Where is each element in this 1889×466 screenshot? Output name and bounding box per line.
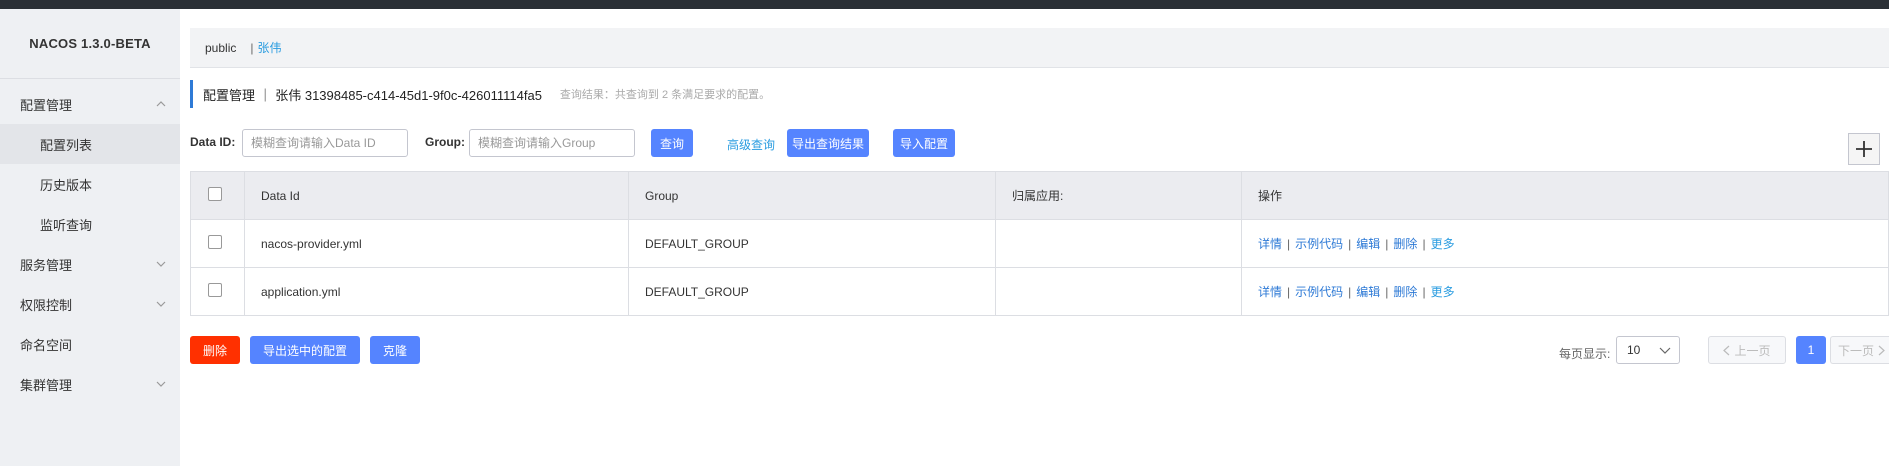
edit-link[interactable]: 编辑	[1356, 237, 1380, 251]
export-query-button[interactable]: 导出查询结果	[787, 129, 869, 157]
sidebar-item-label: 历史版本	[40, 177, 93, 193]
next-page-button[interactable]: 下一页	[1830, 336, 1889, 364]
footer-bar: 删除 导出选中的配置 克隆 每页显示: 10 上一页 1 下一页	[190, 336, 1889, 366]
cell-group: DEFAULT_GROUP	[628, 267, 996, 316]
cell-app	[995, 219, 1242, 268]
next-page-label: 下一页	[1837, 343, 1874, 358]
sidebar-group-config[interactable]: 配置管理	[0, 84, 180, 124]
cell-group: DEFAULT_GROUP	[628, 219, 996, 268]
delete-link[interactable]: 删除	[1393, 285, 1417, 299]
delete-link[interactable]: 删除	[1393, 237, 1417, 251]
ops-separator: |	[1287, 237, 1291, 251]
sidebar-group-auth[interactable]: 权限控制	[0, 284, 180, 324]
row-checkbox-cell	[190, 267, 245, 316]
group-input[interactable]	[469, 129, 635, 157]
cell-dataid: application.yml	[244, 267, 629, 316]
sample-code-link[interactable]: 示例代码	[1295, 285, 1343, 299]
namespace-public[interactable]: public	[205, 41, 236, 55]
column-header-group[interactable]: Group	[628, 171, 996, 220]
cell-ops: 详情 | 示例代码 | 编辑 | 删除 | 更多	[1241, 219, 1889, 268]
import-config-button[interactable]: 导入配置	[893, 129, 955, 157]
top-dark-bar	[0, 0, 1889, 9]
sidebar-item-history[interactable]: 历史版本	[0, 164, 180, 204]
chevron-down-icon	[1659, 347, 1671, 354]
group-label: Group:	[425, 135, 465, 149]
brand-title: NACOS 1.3.0-BETA	[0, 9, 180, 79]
sidebar-group-label: 集群管理	[20, 377, 73, 393]
row-checkbox[interactable]	[208, 283, 222, 297]
plus-icon	[1856, 141, 1872, 157]
sidebar-item-listener[interactable]: 监听查询	[0, 204, 180, 244]
chevron-down-icon	[154, 297, 168, 311]
query-result-hint: 查询结果：共查询到 2 条满足要求的配置。	[559, 89, 771, 101]
clone-button[interactable]: 克隆	[370, 336, 420, 364]
config-table: Data Id Group 归属应用: 操作 nacos-provider.ym…	[190, 171, 1889, 316]
select-all-checkbox[interactable]	[208, 187, 222, 201]
row-checkbox[interactable]	[208, 235, 222, 249]
export-selected-button[interactable]: 导出选中的配置	[250, 336, 360, 364]
page-title: 配置管理 ｜ 张伟 31398485-c414-45d1-9f0c-426011…	[203, 87, 542, 103]
query-button[interactable]: 查询	[651, 129, 693, 157]
sidebar-group-label: 配置管理	[20, 97, 73, 113]
chevron-up-icon	[154, 97, 168, 111]
dataid-input[interactable]	[242, 129, 408, 157]
column-header-app[interactable]: 归属应用:	[995, 171, 1242, 220]
ops-separator: |	[1287, 285, 1291, 299]
sidebar-item-label: 配置列表	[40, 137, 93, 153]
ops-separator: |	[1385, 237, 1389, 251]
table-row: application.yml DEFAULT_GROUP 详情 | 示例代码 | 编辑…	[190, 267, 1889, 316]
ops-separator: |	[1422, 285, 1426, 299]
sidebar-group-cluster[interactable]: 集群管理	[0, 364, 180, 404]
main-content: public | 张伟 配置管理 ｜ 张伟 31398485-c414-45d1…	[180, 9, 1889, 466]
sidebar-group-label: 权限控制	[20, 297, 73, 313]
detail-link[interactable]: 详情	[1258, 237, 1282, 251]
ops-separator: |	[1348, 285, 1352, 299]
more-link[interactable]: 更多	[1431, 285, 1455, 299]
page-size-value: 10	[1627, 343, 1641, 357]
page-size-label: 每页显示:	[1559, 347, 1611, 361]
column-header-ops: 操作	[1241, 171, 1889, 220]
cell-app	[995, 267, 1242, 316]
dataid-label: Data ID:	[190, 135, 236, 149]
sidebar-item-label: 监听查询	[40, 217, 93, 233]
more-link[interactable]: 更多	[1431, 237, 1455, 251]
page-size-select[interactable]: 10	[1616, 336, 1680, 364]
namespace-current[interactable]: 张伟	[257, 39, 281, 56]
table-header-row: Data Id Group 归属应用: 操作	[190, 171, 1889, 220]
edit-link[interactable]: 编辑	[1356, 285, 1380, 299]
delete-button[interactable]: 删除	[190, 336, 240, 364]
sidebar-item-namespace[interactable]: 命名空间	[0, 324, 180, 364]
chevron-right-icon	[1878, 345, 1885, 355]
prev-page-label: 上一页	[1734, 343, 1771, 358]
add-config-button[interactable]	[1848, 133, 1880, 165]
ops-separator: |	[1348, 237, 1352, 251]
sample-code-link[interactable]: 示例代码	[1295, 237, 1343, 251]
ops-separator: |	[1422, 237, 1426, 251]
sidebar-group-service[interactable]: 服务管理	[0, 244, 180, 284]
namespace-separator: |	[250, 40, 254, 55]
advanced-query-link[interactable]: 高级查询	[727, 136, 775, 153]
row-checkbox-cell	[190, 219, 245, 268]
chevron-left-icon	[1723, 345, 1730, 355]
column-header-dataid[interactable]: Data Id	[244, 171, 629, 220]
namespace-bar: public | 张伟	[190, 28, 1889, 68]
detail-link[interactable]: 详情	[1258, 285, 1282, 299]
chevron-down-icon	[154, 257, 168, 271]
search-bar: Data ID: Group: 查询 高级查询 导出查询结果 导入配置	[190, 129, 1889, 159]
current-page-button[interactable]: 1	[1796, 336, 1826, 364]
sidebar-group-label: 服务管理	[20, 257, 73, 273]
sidebar-item-config-list[interactable]: 配置列表	[0, 124, 180, 164]
select-all-cell	[190, 171, 245, 220]
chevron-down-icon	[154, 377, 168, 391]
sidebar-group-label: 命名空间	[20, 337, 73, 353]
ops-separator: |	[1385, 285, 1389, 299]
table-row: nacos-provider.yml DEFAULT_GROUP 详情 | 示例代码…	[190, 219, 1889, 268]
prev-page-button[interactable]: 上一页	[1708, 336, 1786, 364]
page-title-bar: 配置管理 ｜ 张伟 31398485-c414-45d1-9f0c-426011…	[190, 80, 770, 108]
cell-dataid: nacos-provider.yml	[244, 219, 629, 268]
sidebar: NACOS 1.3.0-BETA 配置管理 配置列表 历史版本 监听查询 服务管…	[0, 9, 180, 466]
cell-ops: 详情 | 示例代码 | 编辑 | 删除 | 更多	[1241, 267, 1889, 316]
